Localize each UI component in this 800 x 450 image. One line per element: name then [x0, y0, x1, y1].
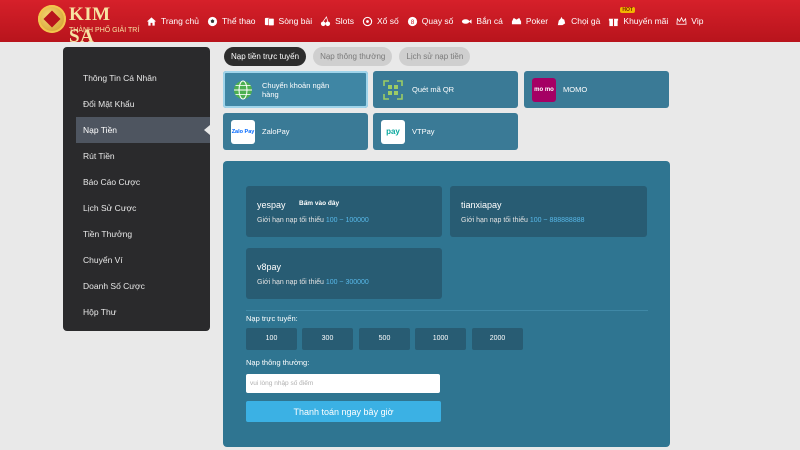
sidebar-item-rewards[interactable]: Tiền Thưởng	[63, 221, 210, 247]
sidebar-item-personal-info[interactable]: Thông Tin Cá Nhân	[63, 65, 210, 91]
deposit-tabs: Nạp tiền trực tuyến Nạp thông thường Lịc…	[224, 47, 477, 66]
limit-label: Giới hạn nạp tối thiểu	[257, 217, 324, 224]
gateway-click-hint[interactable]: Bấm vào đây	[299, 200, 339, 207]
nav-item-dial[interactable]: 8 Quay số	[407, 16, 454, 27]
nav-label: Sòng bài	[278, 16, 313, 26]
method-vtpay[interactable]: pay VTPay	[373, 113, 518, 150]
sidebar-item-change-password[interactable]: Đổi Mật Khẩu	[63, 91, 210, 117]
nav-label: Vip	[691, 16, 704, 26]
qr-code-icon	[381, 78, 405, 102]
section-divider	[246, 310, 648, 311]
method-label: Chuyển khoản ngân hàng	[262, 80, 330, 99]
method-label: Quét mã QR	[412, 85, 455, 94]
nav-label: Slots	[335, 16, 354, 26]
cards-icon	[264, 16, 275, 27]
soccer-ball-icon	[207, 16, 218, 27]
amount-button-500[interactable]: 500	[359, 328, 410, 350]
pay-now-button[interactable]: Thanh toán ngay bây giờ	[246, 401, 441, 422]
hot-badge: HOT	[620, 6, 635, 13]
main-nav: Trang chủ Thể thao Sòng bài Slots Xổ số …	[146, 0, 711, 42]
method-zalopay[interactable]: Zalo Pay ZaloPay	[223, 113, 368, 150]
brand-tagline: THÀNH PHỐ GIẢI TRÍ	[69, 27, 140, 34]
rooster-icon	[556, 16, 567, 27]
home-icon	[146, 16, 157, 27]
sidebar-item-deposit[interactable]: Nạp Tiền	[76, 117, 210, 143]
method-momo[interactable]: mo mo MOMO	[524, 71, 669, 108]
tab-normal-deposit[interactable]: Nạp thông thường	[313, 47, 393, 66]
sidebar-item-inbox[interactable]: Hộp Thư	[63, 299, 210, 325]
gateway-limit: Giới hạn nạp tối thiểu 100 ~ 300000	[257, 279, 369, 286]
deposit-page: KIM SA THÀNH PHỐ GIẢI TRÍ Trang chủ Thể …	[0, 0, 800, 450]
limit-range: 100 ~ 100000	[325, 217, 369, 224]
tab-online-deposit[interactable]: Nạp tiền trực tuyến	[224, 47, 307, 66]
zalopay-icon: Zalo Pay	[231, 119, 255, 144]
gateway-name: yespay	[257, 200, 286, 210]
fish-icon	[461, 16, 472, 27]
method-label: MOMO	[563, 85, 588, 94]
nav-item-casino[interactable]: Sòng bài	[264, 16, 313, 27]
dial-icon: 8	[407, 16, 418, 27]
nav-item-sports[interactable]: Thể thao	[207, 16, 256, 27]
crown-icon	[676, 16, 687, 27]
globe-icon	[231, 78, 255, 102]
online-deposit-label: Nạp trực tuyến:	[246, 314, 298, 323]
limit-range: 100 ~ 300000	[325, 279, 369, 286]
nav-item-home[interactable]: Trang chủ	[146, 16, 199, 27]
gateway-yespay[interactable]: yespay Bấm vào đây Giới hạn nạp tối thiể…	[246, 186, 442, 237]
tab-deposit-history[interactable]: Lịch sử nạp tiền	[399, 47, 471, 66]
gateway-name: v8pay	[257, 262, 282, 272]
method-label: ZaloPay	[262, 127, 290, 136]
nav-label: Xổ số	[377, 16, 399, 26]
nav-label: Bắn cá	[476, 16, 503, 26]
top-navigation-bar: KIM SA THÀNH PHỐ GIẢI TRÍ Trang chủ Thể …	[0, 0, 800, 47]
poker-icon	[511, 16, 522, 27]
limit-range: 100 ~ 888888888	[529, 217, 585, 224]
cherry-icon	[320, 15, 331, 27]
logo-emblem-icon	[38, 5, 66, 33]
nav-label: Quay số	[421, 16, 454, 26]
nav-item-vip[interactable]: Vip	[676, 16, 703, 27]
gateway-tianxiapay[interactable]: tianxiapay Giới hạn nạp tối thiểu 100 ~ …	[450, 186, 647, 237]
account-sidebar: Thông Tin Cá Nhân Đổi Mật Khẩu Nạp Tiền …	[63, 47, 210, 331]
gateway-v8pay[interactable]: v8pay Giới hạn nạp tối thiểu 100 ~ 30000…	[246, 248, 442, 299]
gateway-limit: Giới hạn nạp tối thiểu 100 ~ 888888888	[461, 217, 585, 224]
deposit-amount-input[interactable]	[246, 374, 440, 393]
nav-item-lottery[interactable]: Xổ số	[362, 16, 399, 27]
gateway-limit: Giới hạn nạp tối thiểu 100 ~ 100000	[257, 217, 369, 224]
gateway-name: tianxiapay	[461, 200, 502, 210]
nav-item-promotions[interactable]: HOT Khuyến mãi	[608, 6, 669, 27]
amount-button-300[interactable]: 300	[302, 328, 353, 350]
nav-label: Khuyến mãi	[623, 16, 669, 26]
method-qr-scan[interactable]: Quét mã QR	[373, 71, 518, 108]
svg-text:8: 8	[410, 18, 414, 25]
nav-label: Trang chủ	[161, 16, 199, 26]
sidebar-item-transfer-wallet[interactable]: Chuyển Ví	[63, 247, 210, 273]
nav-item-fishing[interactable]: Bắn cá	[461, 16, 503, 27]
nav-item-slots[interactable]: Slots	[320, 15, 354, 27]
amount-button-2000[interactable]: 2000	[472, 328, 523, 350]
momo-icon: mo mo	[532, 77, 556, 102]
sidebar-item-turnover[interactable]: Doanh Số Cược	[63, 273, 210, 299]
amount-button-100[interactable]: 100	[246, 328, 297, 350]
nav-item-cockfight[interactable]: Chọi gà	[556, 16, 600, 27]
brand-name: KIM SA	[69, 4, 111, 47]
gift-icon	[608, 16, 619, 27]
nav-item-poker[interactable]: Poker	[511, 16, 548, 27]
nav-label: Chọi gà	[571, 16, 601, 26]
amount-button-1000[interactable]: 1000	[415, 328, 466, 350]
sidebar-item-bet-report[interactable]: Báo Cáo Cược	[63, 169, 210, 195]
method-bank-transfer[interactable]: Chuyển khoản ngân hàng	[223, 71, 368, 108]
method-label: VTPay	[412, 127, 435, 136]
lottery-icon	[362, 16, 373, 27]
nav-label: Thể thao	[221, 16, 256, 26]
limit-label: Giới hạn nạp tối thiểu	[257, 279, 324, 286]
normal-deposit-label: Nạp thông thường:	[246, 358, 310, 367]
vtpay-icon: pay	[381, 119, 405, 144]
limit-label: Giới hạn nạp tối thiểu	[461, 217, 528, 224]
nav-label: Poker	[525, 16, 549, 26]
sidebar-item-withdraw[interactable]: Rút Tiền	[63, 143, 210, 169]
kimsa-logo[interactable]: KIM SA THÀNH PHỐ GIẢI TRÍ	[38, 4, 140, 47]
sidebar-item-bet-history[interactable]: Lịch Sử Cược	[63, 195, 210, 221]
